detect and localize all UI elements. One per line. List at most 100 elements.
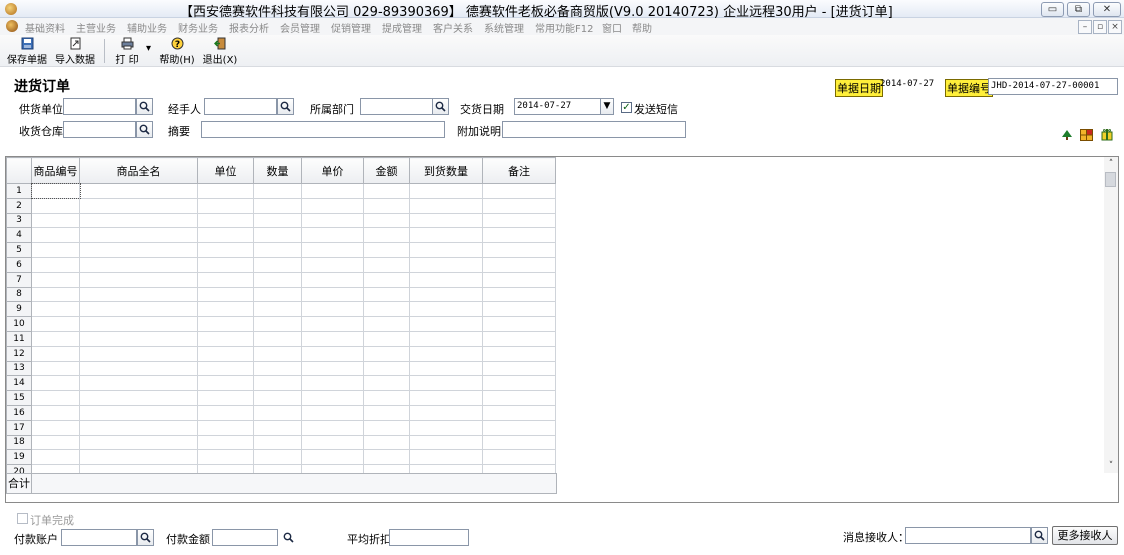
table-cell[interactable]	[79, 183, 198, 199]
exit-button[interactable]: 退出(X)	[202, 37, 238, 66]
table-cell[interactable]	[79, 197, 198, 214]
table-cell[interactable]	[197, 316, 254, 332]
table-cell[interactable]	[253, 197, 302, 214]
table-cell[interactable]	[197, 330, 254, 347]
table-cell[interactable]	[79, 404, 198, 421]
table-cell[interactable]	[409, 390, 483, 406]
vertical-scrollbar[interactable]: ˄ ˅	[1104, 157, 1118, 473]
table-cell[interactable]	[31, 419, 80, 436]
table-cell[interactable]	[409, 449, 483, 466]
avg-discount-input[interactable]	[389, 529, 469, 546]
table-cell[interactable]	[253, 390, 302, 406]
warehouse-input[interactable]	[63, 121, 136, 138]
table-row[interactable]: 2	[6, 197, 556, 214]
table-cell[interactable]	[253, 419, 302, 436]
table-cell[interactable]	[31, 197, 80, 214]
table-cell[interactable]	[79, 286, 198, 303]
table-row[interactable]: 1	[6, 182, 556, 200]
table-cell[interactable]	[31, 330, 80, 347]
table-cell[interactable]	[482, 390, 556, 406]
table-cell[interactable]	[79, 242, 198, 258]
table-row[interactable]: 6	[6, 256, 556, 273]
pay-account-lookup-button[interactable]	[137, 529, 154, 546]
table-cell[interactable]	[79, 375, 198, 392]
table-cell[interactable]	[197, 375, 254, 392]
table-cell[interactable]	[253, 212, 302, 229]
table-cell[interactable]	[31, 301, 80, 318]
table-cell[interactable]	[363, 449, 410, 466]
table-cell[interactable]	[363, 212, 410, 229]
table-cell[interactable]	[79, 301, 198, 318]
scroll-up-icon[interactable]: ˄	[1104, 157, 1118, 171]
print-button[interactable]: 打 印	[112, 37, 142, 66]
table-cell[interactable]	[79, 256, 198, 273]
tree-icon[interactable]	[1061, 129, 1073, 141]
menu-item-basic-data[interactable]: 基础资料	[25, 20, 65, 35]
table-cell[interactable]	[301, 227, 364, 244]
table-cell[interactable]	[363, 227, 410, 244]
table-cell[interactable]	[363, 330, 410, 347]
table-cell[interactable]	[363, 345, 410, 362]
minimize-button[interactable]: ▭	[1041, 2, 1064, 17]
table-cell[interactable]	[31, 256, 80, 273]
table-cell[interactable]	[197, 345, 254, 362]
table-cell[interactable]	[79, 330, 198, 347]
table-cell[interactable]	[197, 301, 254, 318]
table-cell[interactable]	[409, 330, 483, 347]
table-row[interactable]: 13	[6, 360, 556, 377]
table-cell[interactable]	[301, 419, 364, 436]
table-cell[interactable]	[253, 227, 302, 244]
table-cell[interactable]	[301, 390, 364, 406]
table-cell[interactable]	[409, 301, 483, 318]
table-cell[interactable]	[482, 375, 556, 392]
table-cell[interactable]	[482, 434, 556, 451]
restore-button[interactable]: ⧉	[1067, 2, 1090, 17]
table-cell[interactable]	[301, 271, 364, 288]
menu-item-commission[interactable]: 提成管理	[382, 20, 422, 35]
table-cell[interactable]	[253, 301, 302, 318]
table-cell[interactable]	[197, 242, 254, 258]
table-cell[interactable]	[482, 316, 556, 332]
menu-item-members[interactable]: 会员管理	[280, 20, 320, 35]
handler-lookup-button[interactable]	[277, 98, 294, 115]
table-cell[interactable]	[31, 242, 80, 258]
table-cell[interactable]	[482, 212, 556, 229]
menu-logo-icon[interactable]	[6, 20, 18, 32]
table-row[interactable]: 8	[6, 286, 556, 303]
table-cell[interactable]	[301, 286, 364, 303]
table-cell[interactable]	[482, 330, 556, 347]
table-cell[interactable]	[197, 271, 254, 288]
table-row[interactable]: 18	[6, 434, 556, 451]
column-header-remark[interactable]: 备注	[482, 157, 556, 184]
table-cell[interactable]	[409, 286, 483, 303]
scroll-thumb[interactable]	[1105, 172, 1116, 187]
menu-item-window[interactable]: 窗口	[602, 20, 622, 35]
mdi-minimize-button[interactable]: –	[1078, 20, 1092, 34]
table-cell[interactable]	[197, 197, 254, 214]
table-cell[interactable]	[409, 345, 483, 362]
column-header-item-name[interactable]: 商品全名	[79, 157, 198, 184]
table-cell[interactable]	[30, 182, 81, 200]
grid-layout-icon[interactable]	[1080, 129, 1093, 141]
table-cell[interactable]	[301, 434, 364, 451]
table-cell[interactable]	[301, 242, 364, 258]
table-cell[interactable]	[301, 212, 364, 229]
table-row[interactable]: 11	[6, 330, 556, 347]
table-cell[interactable]	[363, 197, 410, 214]
table-cell[interactable]	[197, 256, 254, 273]
table-cell[interactable]	[409, 227, 483, 244]
menu-item-system[interactable]: 系统管理	[484, 20, 524, 35]
table-cell[interactable]	[31, 212, 80, 229]
help-button[interactable]: ? 帮助(H)	[159, 37, 195, 66]
order-done-checkbox[interactable]	[17, 513, 28, 524]
bill-number-field[interactable]: JHD-2014-07-27-00001	[988, 78, 1118, 95]
table-cell[interactable]	[301, 404, 364, 421]
mdi-restore-button[interactable]: ▫	[1093, 20, 1107, 34]
table-row[interactable]: 3	[6, 212, 556, 229]
save-button[interactable]: 保存单据	[6, 37, 48, 66]
table-cell[interactable]	[301, 183, 364, 199]
table-row[interactable]: 10	[6, 316, 556, 332]
table-cell[interactable]	[482, 449, 556, 466]
table-cell[interactable]	[31, 271, 80, 288]
table-cell[interactable]	[301, 345, 364, 362]
